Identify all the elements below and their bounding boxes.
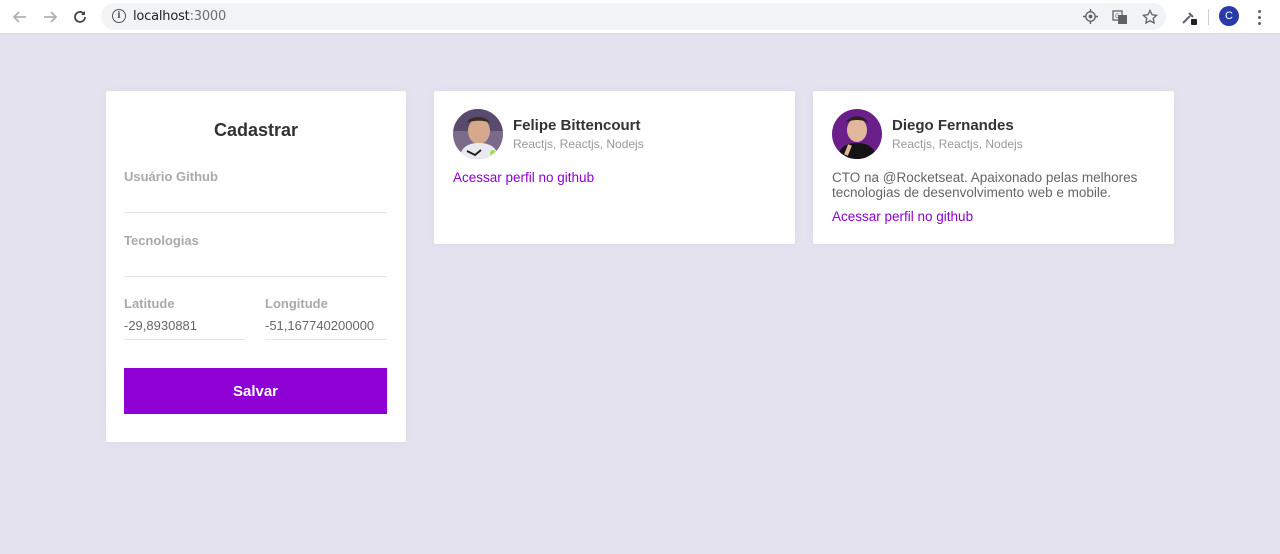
url-text: localhost:3000	[133, 9, 227, 24]
register-form-card: Cadastrar Usuário Github Tecnologias Lat…	[106, 91, 406, 442]
techs-input[interactable]	[124, 255, 387, 273]
techs-label: Tecnologias	[124, 233, 199, 248]
dev-card-felipe: Felipe Bittencourt Reactjs, Reactjs, Nod…	[434, 91, 795, 244]
save-button[interactable]: Salvar	[124, 368, 387, 414]
dev-techs: Reactjs, Reactjs, Nodejs	[892, 137, 1023, 151]
translate-icon[interactable]: G	[1111, 8, 1128, 25]
longitude-label: Longitude	[265, 296, 328, 311]
dev-name: Felipe Bittencourt	[513, 117, 641, 134]
avatar	[453, 109, 503, 159]
location-target-icon[interactable]	[1082, 8, 1099, 25]
dev-techs: Reactjs, Reactjs, Nodejs	[513, 137, 644, 151]
github-username-label: Usuário Github	[124, 169, 218, 184]
address-bar[interactable]: i localhost:3000 G	[101, 3, 1166, 30]
form-title: Cadastrar	[213, 120, 299, 140]
latitude-label: Latitude	[124, 296, 175, 311]
dev-card-diego: Diego Fernandes Reactjs, Reactjs, Nodejs…	[813, 91, 1174, 244]
longitude-input[interactable]: -51,167740200000	[265, 318, 374, 333]
techs-underline	[124, 276, 387, 277]
dev-bio: CTO na @Rocketseat. Apaixonado pelas mel…	[832, 170, 1138, 200]
reload-icon	[74, 11, 86, 23]
dev-name: Diego Fernandes	[892, 117, 1014, 134]
eyedropper-icon[interactable]	[1178, 6, 1200, 28]
info-icon[interactable]: i	[112, 9, 126, 23]
latitude-input[interactable]: -29,8930881	[124, 318, 245, 333]
latitude-underline	[124, 339, 245, 340]
kebab-menu-icon[interactable]	[1250, 6, 1268, 28]
arrow-left-icon	[12, 11, 26, 23]
browser-toolbar: i localhost:3000 G C	[0, 0, 1280, 34]
reload-button[interactable]	[68, 5, 92, 29]
github-profile-link[interactable]: Acessar perfil no github	[453, 170, 594, 185]
forward-button[interactable]	[38, 5, 62, 29]
github-username-input[interactable]	[124, 191, 387, 209]
star-icon[interactable]	[1141, 8, 1158, 25]
github-profile-link[interactable]: Acessar perfil no github	[832, 209, 973, 224]
toolbar-separator	[1208, 9, 1209, 25]
longitude-underline	[265, 339, 387, 340]
avatar	[832, 109, 882, 159]
svg-text:G: G	[1115, 13, 1120, 20]
profile-avatar[interactable]: C	[1219, 6, 1239, 26]
back-button[interactable]	[8, 5, 32, 29]
arrow-right-icon	[44, 11, 58, 23]
github-username-underline	[124, 212, 387, 213]
